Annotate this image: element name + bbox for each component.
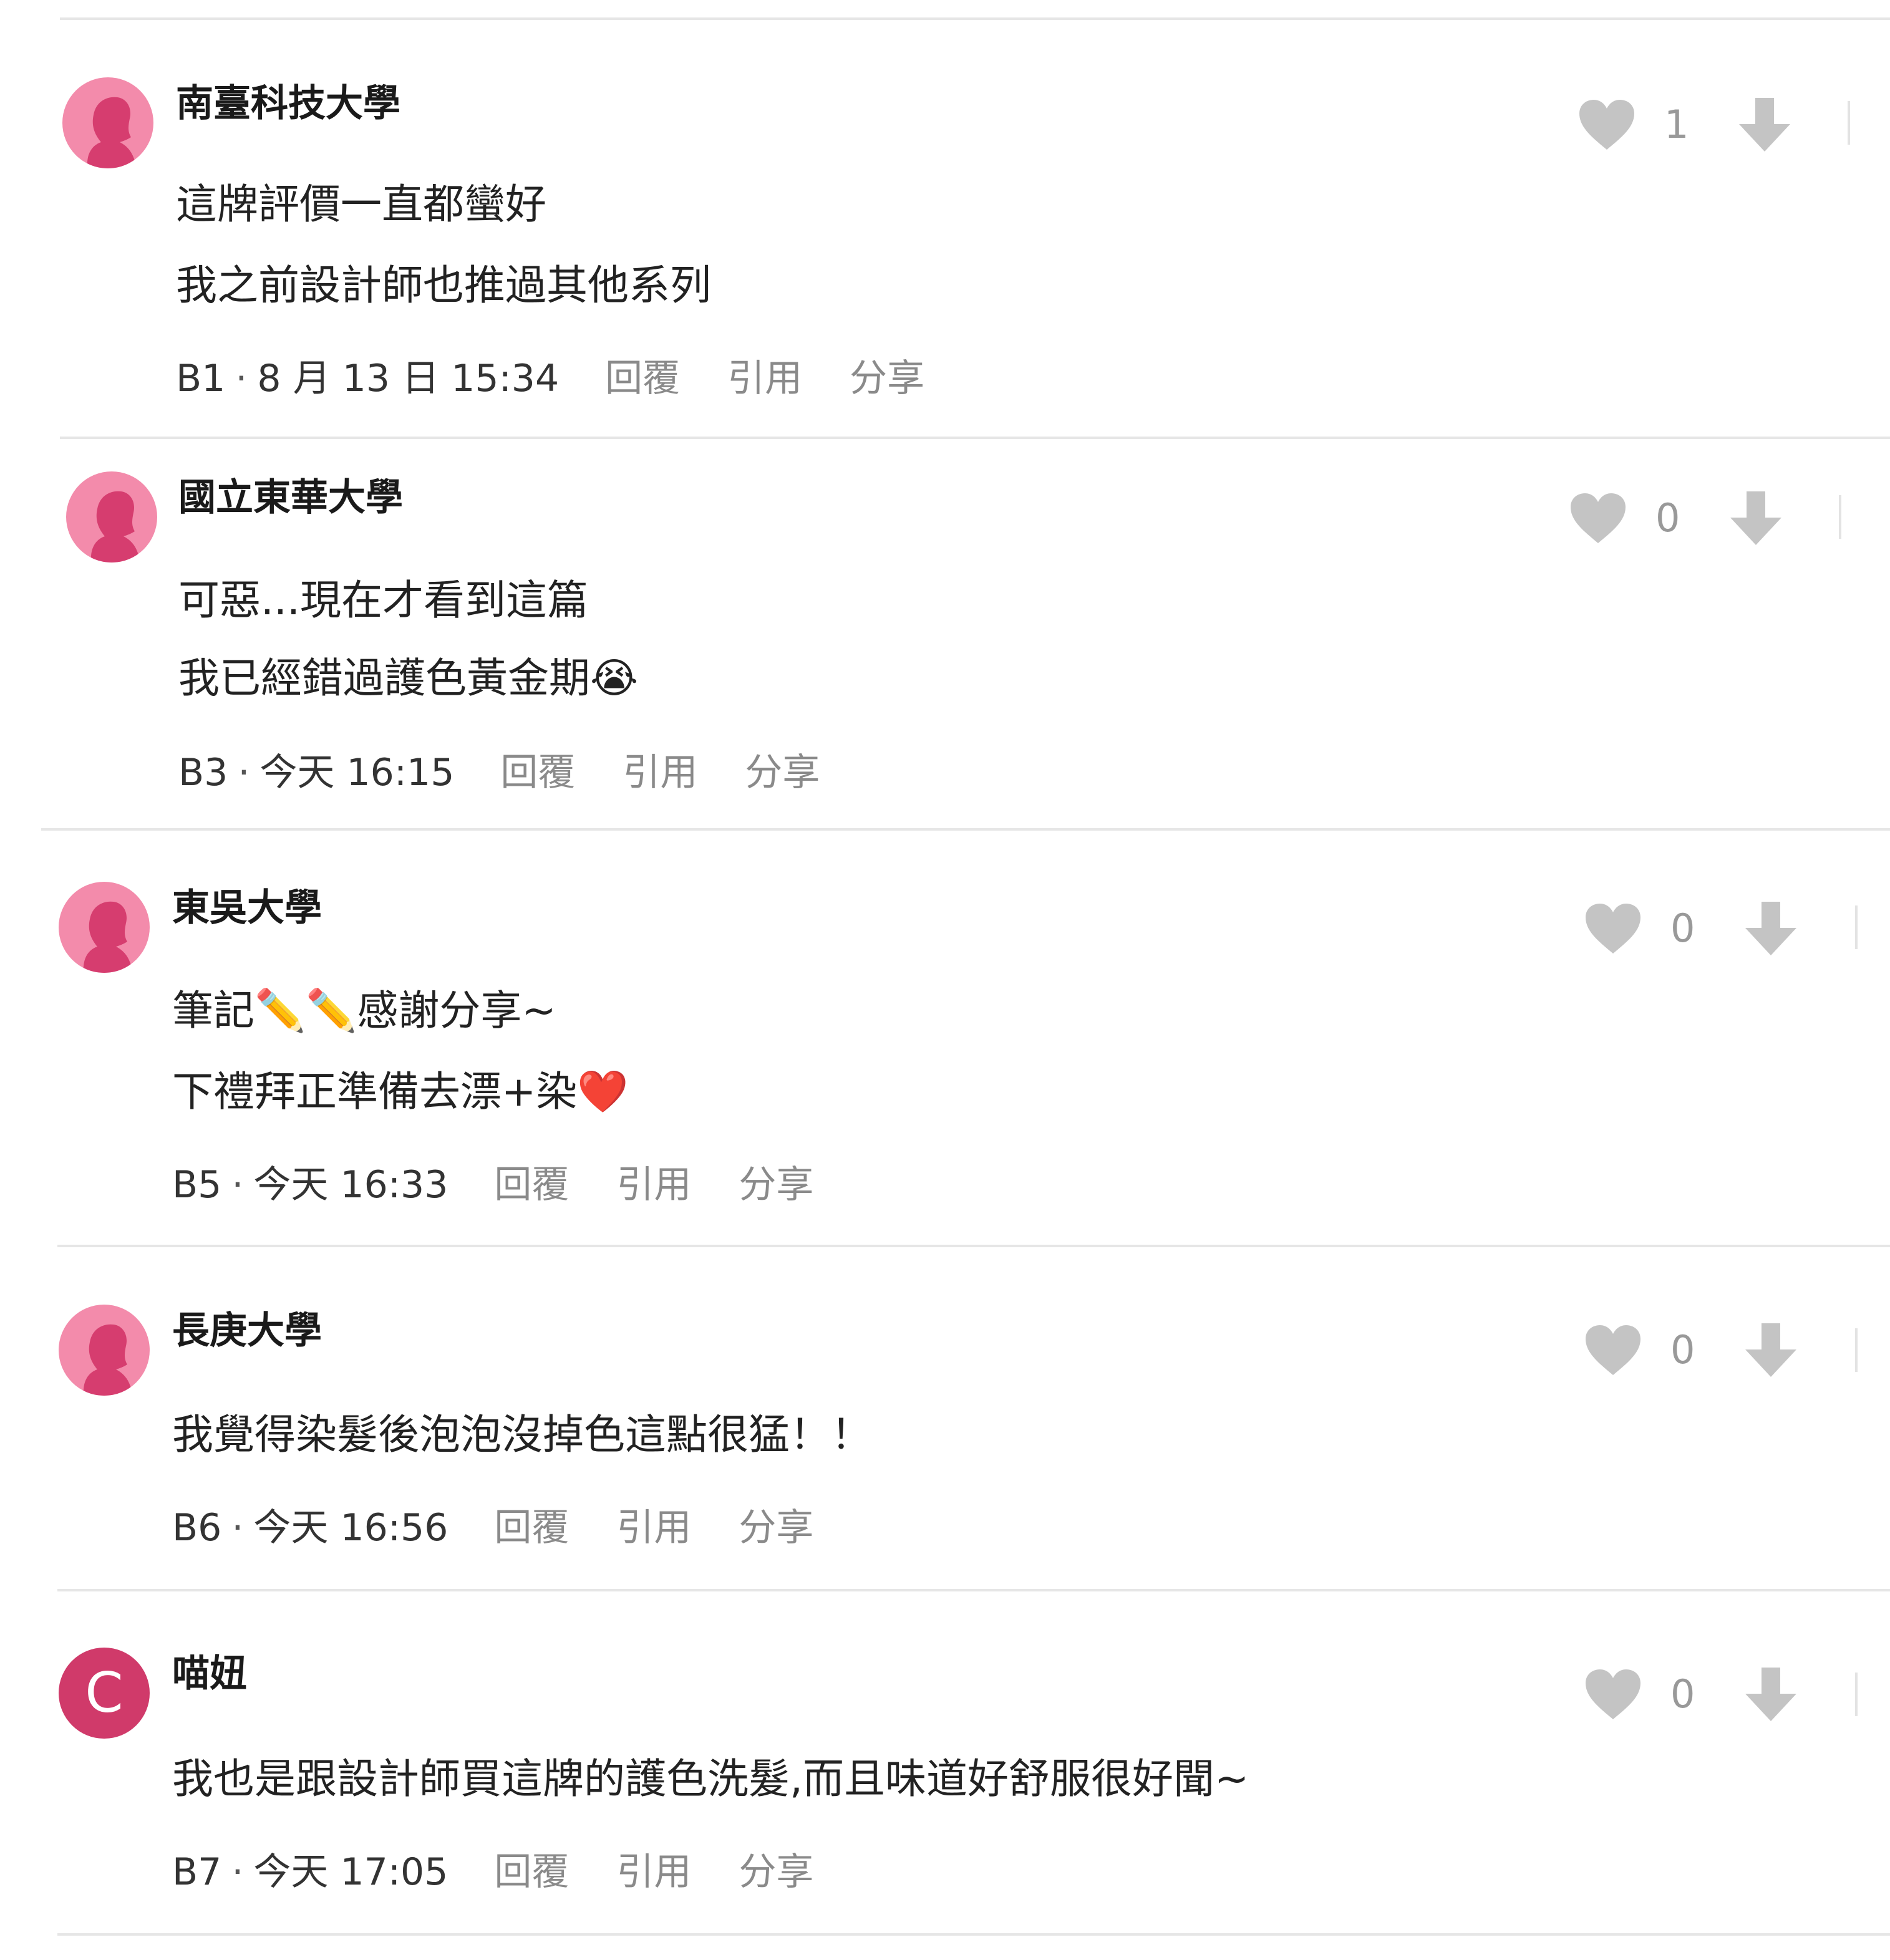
- reply-button[interactable]: 回覆: [605, 354, 680, 403]
- meta-separator: ·: [231, 1850, 244, 1894]
- share-button[interactable]: 分享: [739, 1503, 813, 1553]
- heart-icon: [1579, 100, 1634, 150]
- person-silhouette-icon: [83, 1324, 132, 1396]
- divider: [41, 828, 1890, 831]
- like-count: 1: [1664, 102, 1689, 147]
- comment-text-line: 這牌評價一直都蠻好: [176, 180, 546, 228]
- reply-button[interactable]: 回覆: [494, 1503, 569, 1553]
- reaction-group: 0: [1584, 1322, 1798, 1378]
- floor-number: B1: [176, 357, 226, 400]
- dislike-button[interactable]: [1744, 1322, 1798, 1378]
- dislike-button[interactable]: [1738, 97, 1791, 153]
- author-name[interactable]: 長庚大學: [172, 1307, 322, 1354]
- floor-number: B6: [172, 1506, 222, 1550]
- comment-text-line: 下禮拜正準備去漂+染❤️: [172, 1068, 629, 1116]
- like-button[interactable]: [1584, 1668, 1642, 1721]
- arrow-down-icon: [1730, 491, 1781, 545]
- reaction-group: 1: [1578, 97, 1791, 153]
- quote-button[interactable]: 引用: [616, 1160, 691, 1210]
- avatar[interactable]: C: [59, 1648, 150, 1739]
- like-button[interactable]: [1578, 99, 1636, 151]
- author-name[interactable]: 喵妞: [172, 1650, 247, 1697]
- comment-text-line: 可惡...現在才看到這篇: [178, 576, 588, 624]
- more-options-icon[interactable]: [1855, 905, 1858, 949]
- more-options-icon[interactable]: [1855, 1673, 1858, 1716]
- timestamp: 今天 16:33: [253, 1163, 448, 1207]
- comment-meta: B1 · 8 月 13 日 15:34 回覆 引用 分享: [176, 354, 924, 403]
- share-button[interactable]: 分享: [850, 354, 924, 403]
- avatar[interactable]: [62, 77, 153, 168]
- reply-button[interactable]: 回覆: [494, 1160, 569, 1210]
- divider: [57, 1589, 1890, 1591]
- divider: [57, 1933, 1890, 1936]
- like-count: 0: [1655, 495, 1680, 541]
- quote-button[interactable]: 引用: [616, 1847, 691, 1897]
- avatar[interactable]: [59, 1305, 150, 1396]
- dislike-button[interactable]: [1744, 1666, 1798, 1722]
- quote-button[interactable]: 引用: [616, 1503, 691, 1553]
- comment-meta: B7 · 今天 17:05 回覆 引用 分享: [172, 1847, 813, 1897]
- comment-text-line: 我之前設計師也推過其他系列: [176, 261, 711, 309]
- dislike-button[interactable]: [1729, 490, 1783, 546]
- divider: [60, 437, 1890, 439]
- heart-icon: [1586, 1325, 1640, 1375]
- arrow-down-icon: [1739, 98, 1790, 152]
- timestamp: 今天 16:15: [259, 751, 455, 794]
- like-count: 0: [1670, 905, 1695, 951]
- author-name[interactable]: 南臺科技大學: [176, 80, 400, 127]
- meta-separator: ·: [231, 1163, 244, 1207]
- more-options-icon[interactable]: [1848, 101, 1850, 145]
- like-button[interactable]: [1569, 492, 1627, 544]
- like-button[interactable]: [1584, 1324, 1642, 1376]
- reaction-group: 0: [1569, 490, 1783, 546]
- author-name[interactable]: 東吳大學: [172, 884, 322, 932]
- reply-button[interactable]: 回覆: [494, 1847, 569, 1897]
- comment-text-line: 我覺得染髮後泡泡沒掉色這點很猛！！: [172, 1411, 872, 1459]
- person-silhouette-icon: [87, 97, 136, 168]
- meta-separator: ·: [235, 357, 248, 400]
- share-button[interactable]: 分享: [745, 748, 820, 798]
- timestamp: 今天 17:05: [253, 1850, 448, 1894]
- quote-button[interactable]: 引用: [727, 354, 802, 403]
- more-options-icon[interactable]: [1839, 495, 1841, 539]
- avatar[interactable]: [66, 471, 157, 562]
- heart-icon: [1571, 493, 1626, 543]
- share-button[interactable]: 分享: [739, 1847, 813, 1897]
- heart-icon: [1586, 1669, 1640, 1719]
- share-button[interactable]: 分享: [739, 1160, 813, 1210]
- timestamp: 今天 16:56: [253, 1506, 448, 1550]
- comment-text-line: 筆記✏️✏️感謝分享~: [172, 987, 556, 1035]
- reaction-group: 0: [1584, 900, 1798, 957]
- dislike-button[interactable]: [1744, 900, 1798, 957]
- comment-meta: B3 · 今天 16:15 回覆 引用 分享: [178, 748, 820, 798]
- floor-number: B5: [172, 1163, 222, 1207]
- like-button[interactable]: [1584, 902, 1642, 955]
- arrow-down-icon: [1745, 1323, 1796, 1377]
- like-count: 0: [1670, 1671, 1695, 1717]
- author-name[interactable]: 國立東華大學: [178, 474, 403, 521]
- quote-button[interactable]: 引用: [623, 748, 697, 798]
- more-options-icon[interactable]: [1855, 1328, 1858, 1372]
- heart-icon: [1586, 904, 1640, 953]
- like-count: 0: [1670, 1327, 1695, 1373]
- comment-meta: B5 · 今天 16:33 回覆 引用 分享: [172, 1160, 813, 1210]
- meta-separator: ·: [238, 751, 250, 794]
- reaction-group: 0: [1584, 1666, 1798, 1722]
- divider: [57, 1245, 1890, 1247]
- timestamp: 8 月 13 日 15:34: [257, 357, 560, 400]
- comment-text-line: 我已經錯過護色黃金期😭: [178, 654, 639, 702]
- comment-text-line: 我也是跟設計師買這牌的護色洗髮,而且味道好舒服很好聞~: [172, 1755, 1249, 1803]
- reply-button[interactable]: 回覆: [500, 748, 575, 798]
- comment-meta: B6 · 今天 16:56 回覆 引用 分享: [172, 1503, 813, 1553]
- floor-number: B7: [172, 1850, 222, 1894]
- arrow-down-icon: [1745, 902, 1796, 955]
- person-silhouette-icon: [83, 901, 132, 973]
- arrow-down-icon: [1745, 1668, 1796, 1721]
- avatar[interactable]: [59, 882, 150, 973]
- floor-number: B3: [178, 751, 228, 794]
- person-silhouette-icon: [90, 491, 140, 562]
- divider: [60, 17, 1890, 20]
- meta-separator: ·: [231, 1506, 244, 1550]
